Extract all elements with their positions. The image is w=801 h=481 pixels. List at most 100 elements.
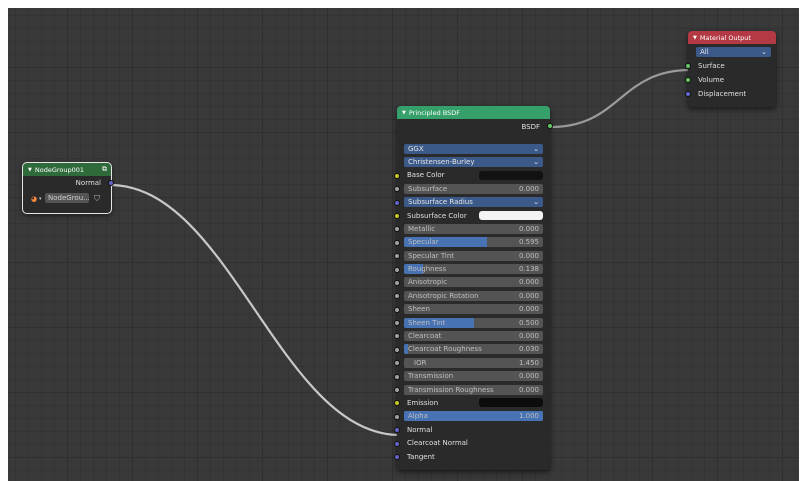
input-row-transmission: Transmission 0.000 <box>394 370 550 383</box>
subsurface-slider[interactable]: Subsurface 0.000 <box>404 183 543 194</box>
collapse-arrow-icon[interactable]: ▼ <box>402 110 406 116</box>
material-output-node[interactable]: ▼ Material Output All ⌄ Surface Volume Dis… <box>685 31 776 107</box>
collapse-arrow-icon[interactable]: ▼ <box>28 167 32 173</box>
clearcoat-roughness-input-socket[interactable] <box>394 346 400 353</box>
transmission-slider[interactable]: Transmission 0.000 <box>404 371 543 382</box>
base-color-input-socket[interactable] <box>394 172 400 179</box>
alpha-slider[interactable]: Alpha 1.000 <box>404 411 543 422</box>
distribution-value: GGX <box>408 144 424 153</box>
sheen-tint-input-socket[interactable] <box>394 320 400 327</box>
emission-swatch[interactable] <box>479 398 543 408</box>
subsurface-input-socket[interactable] <box>394 186 400 193</box>
clearcoat-value: 0.000 <box>518 331 539 340</box>
displacement-input-socket[interactable] <box>685 91 691 97</box>
node-group-normal-output-socket[interactable] <box>108 180 114 186</box>
input-row-anisotropic: Anisotropic 0.000 <box>394 276 550 289</box>
metallic-input-socket[interactable] <box>394 226 400 233</box>
ior-slider[interactable]: IOR 1.450 <box>404 357 543 368</box>
subsurface-method-dropdown[interactable]: Christensen-Burley ⌄ <box>404 156 543 167</box>
transmission-label: Transmission <box>408 372 454 381</box>
transmission-input-socket[interactable] <box>394 373 400 380</box>
node-group-output-row: Normal <box>23 176 114 190</box>
metallic-slider[interactable]: Metallic 0.000 <box>404 223 543 234</box>
input-row-subsurface-color: Subsurface Color <box>394 209 550 222</box>
input-row-subsurface-radius: Subsurface Radius ⌄ <box>394 196 550 209</box>
roughness-value: 0.138 <box>518 265 539 274</box>
node-tree-icon[interactable]: ◕ <box>31 195 37 203</box>
subsurface-label: Subsurface <box>408 184 448 193</box>
principled-bsdf-title: Principled BSDF <box>408 108 460 117</box>
tangent-input-socket[interactable] <box>394 453 400 460</box>
emission-label: Emission <box>407 399 439 408</box>
node-group-title: NodeGroup001 <box>34 165 85 174</box>
alpha-label: Alpha <box>408 412 428 421</box>
target-value: All <box>700 48 709 56</box>
input-row-base-color: Base Color <box>394 169 550 182</box>
transmission-roughness-input-socket[interactable] <box>394 387 400 394</box>
clearcoat-input-socket[interactable] <box>394 333 400 340</box>
subsurface-method-row: Christensen-Burley ⌄ <box>397 155 550 168</box>
normal-input-socket[interactable] <box>394 427 400 434</box>
anisotropic-slider[interactable]: Anisotropic 0.000 <box>404 277 543 288</box>
material-output-title: Material Output <box>699 33 751 42</box>
sheen-tint-slider[interactable]: Sheen Tint 0.500 <box>404 317 543 328</box>
metallic-label: Metallic <box>408 224 436 233</box>
anisotropic-rotation-slider[interactable]: Anisotropic Rotation 0.000 <box>404 290 543 301</box>
input-row-clearcoat-roughness: Clearcoat Roughness 0.030 <box>394 343 550 356</box>
specular-tint-value: 0.000 <box>518 251 539 260</box>
base-color-swatch[interactable] <box>479 170 543 180</box>
node-group-node[interactable]: ▼ NodeGroup001 ⧉ Normal ◕ ▾ NodeGrou... … <box>22 162 114 214</box>
clearcoat-normal-input-socket[interactable] <box>394 440 400 447</box>
clearcoat-slider[interactable]: Clearcoat 0.000 <box>404 330 543 341</box>
metallic-value: 0.000 <box>518 224 539 233</box>
subsurface-color-input-socket[interactable] <box>394 212 400 219</box>
volume-input-socket[interactable] <box>685 77 691 83</box>
principled-bsdf-header[interactable]: ▼ Principled BSDF <box>397 106 550 119</box>
subsurface-color-label: Subsurface Color <box>407 211 467 220</box>
fake-user-shield-icon[interactable]: ⛉ <box>94 194 100 204</box>
node-group-datablock-row: ◕ ▾ NodeGrou... ⛉ <box>23 190 111 208</box>
anisotropic-rotation-input-socket[interactable] <box>394 293 400 300</box>
specular-tint-slider[interactable]: Specular Tint 0.000 <box>404 250 543 261</box>
alpha-input-socket[interactable] <box>394 413 400 420</box>
output-input-row-surface: Surface <box>685 59 776 73</box>
target-dropdown[interactable]: All ⌄ <box>696 47 771 57</box>
subsurface-radius-vector-field[interactable]: Subsurface Radius ⌄ <box>404 197 543 208</box>
chevron-down-icon[interactable]: ▾ <box>39 196 42 202</box>
chevron-down-icon: ⌄ <box>533 144 539 153</box>
specular-tint-input-socket[interactable] <box>394 253 400 260</box>
node-group-header[interactable]: ▼ NodeGroup001 ⧉ <box>23 163 111 176</box>
subsurface-radius-input-socket[interactable] <box>394 199 400 206</box>
sheen-input-socket[interactable] <box>394 306 400 313</box>
distribution-row: GGX ⌄ <box>397 142 550 155</box>
specular-input-socket[interactable] <box>394 239 400 246</box>
material-output-header[interactable]: ▼ Material Output <box>688 31 776 44</box>
bsdf-output-socket[interactable] <box>547 123 553 129</box>
group-icon[interactable]: ⧉ <box>102 165 107 174</box>
roughness-slider[interactable]: Roughness 0.138 <box>404 264 543 275</box>
subsurface-color-swatch[interactable] <box>479 210 543 220</box>
surface-input-socket[interactable] <box>685 63 691 69</box>
sheen-label: Sheen <box>408 305 430 314</box>
ior-input-socket[interactable] <box>394 360 400 367</box>
principled-bsdf-node[interactable]: ▼ Principled BSDF BSDF GGX ⌄ Christensen… <box>394 106 553 470</box>
transmission-value: 0.000 <box>518 372 539 381</box>
input-row-alpha: Alpha 1.000 <box>394 410 550 423</box>
anisotropic-input-socket[interactable] <box>394 279 400 286</box>
datablock-selector[interactable]: NodeGrou... <box>45 193 89 203</box>
input-row-specular: Specular 0.595 <box>394 236 550 249</box>
surface-label: Surface <box>698 62 725 70</box>
input-row-transmission-roughness: Transmission Roughness 0.000 <box>394 383 550 396</box>
distribution-dropdown[interactable]: GGX ⌄ <box>404 143 543 154</box>
specular-slider[interactable]: Specular 0.595 <box>404 237 543 248</box>
anisotropic-rotation-label: Anisotropic Rotation <box>408 291 479 300</box>
clearcoat-label: Clearcoat <box>408 331 442 340</box>
transmission-roughness-value: 0.000 <box>518 385 539 394</box>
roughness-input-socket[interactable] <box>394 266 400 273</box>
transmission-roughness-slider[interactable]: Transmission Roughness 0.000 <box>404 384 543 395</box>
sheen-slider[interactable]: Sheen 0.000 <box>404 304 543 315</box>
volume-label: Volume <box>698 76 725 84</box>
clearcoat-roughness-slider[interactable]: Clearcoat Roughness 0.030 <box>404 344 543 355</box>
emission-input-socket[interactable] <box>394 400 400 407</box>
collapse-arrow-icon[interactable]: ▼ <box>693 35 697 41</box>
